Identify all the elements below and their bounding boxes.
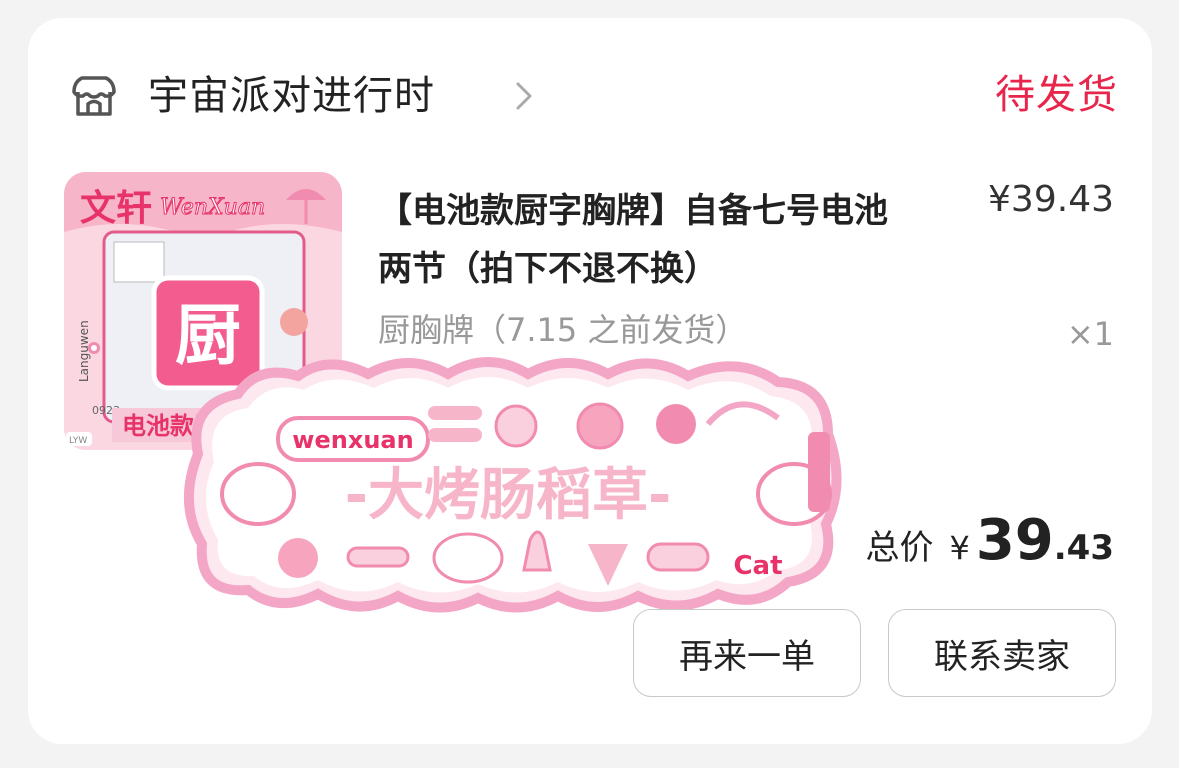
total-currency: ¥ (949, 529, 970, 567)
order-status: 待发货 (995, 72, 1118, 118)
reorder-button[interactable]: 再来一单 (633, 609, 861, 697)
order-card: 宇宙派对进行时 待发货 文轩 WenXuan 厨 Languwen 0923 电… (28, 18, 1152, 744)
product-price: ¥39.43 (988, 179, 1114, 220)
sticker-small-text: Cat (733, 551, 782, 581)
thumb-brand-script: WenXuan (160, 195, 265, 220)
product-title[interactable]: 【电池款厨字胸牌】自备七号电池两节（拍下不退不换） (378, 182, 898, 298)
shop-header[interactable]: 宇宙派对进行时 待发货 (68, 70, 1118, 126)
sticker-main-text: -大烤肠稻草- (345, 463, 671, 528)
product-quantity: ×1 (1066, 315, 1114, 353)
total-integer: 39 (975, 508, 1054, 573)
total-decimal: .43 (1053, 528, 1114, 568)
thumb-side-text: Languwen (77, 320, 91, 382)
decorative-sticker: wenxuan -大烤肠稻草- Cat (184, 357, 842, 613)
sticker-bubble-text: wenxuan (292, 426, 413, 454)
contact-seller-button[interactable]: 联系卖家 (888, 609, 1116, 697)
shop-name[interactable]: 宇宙派对进行时 (148, 72, 435, 120)
total-label: 总价 (865, 528, 934, 568)
thumb-corner-tag: LYW (69, 436, 87, 446)
order-total: 总价 ¥ 39 .43 (865, 508, 1114, 573)
shop-icon (72, 76, 116, 116)
thumb-top-text: 文轩 (80, 188, 152, 229)
chevron-right-icon[interactable] (512, 80, 536, 112)
